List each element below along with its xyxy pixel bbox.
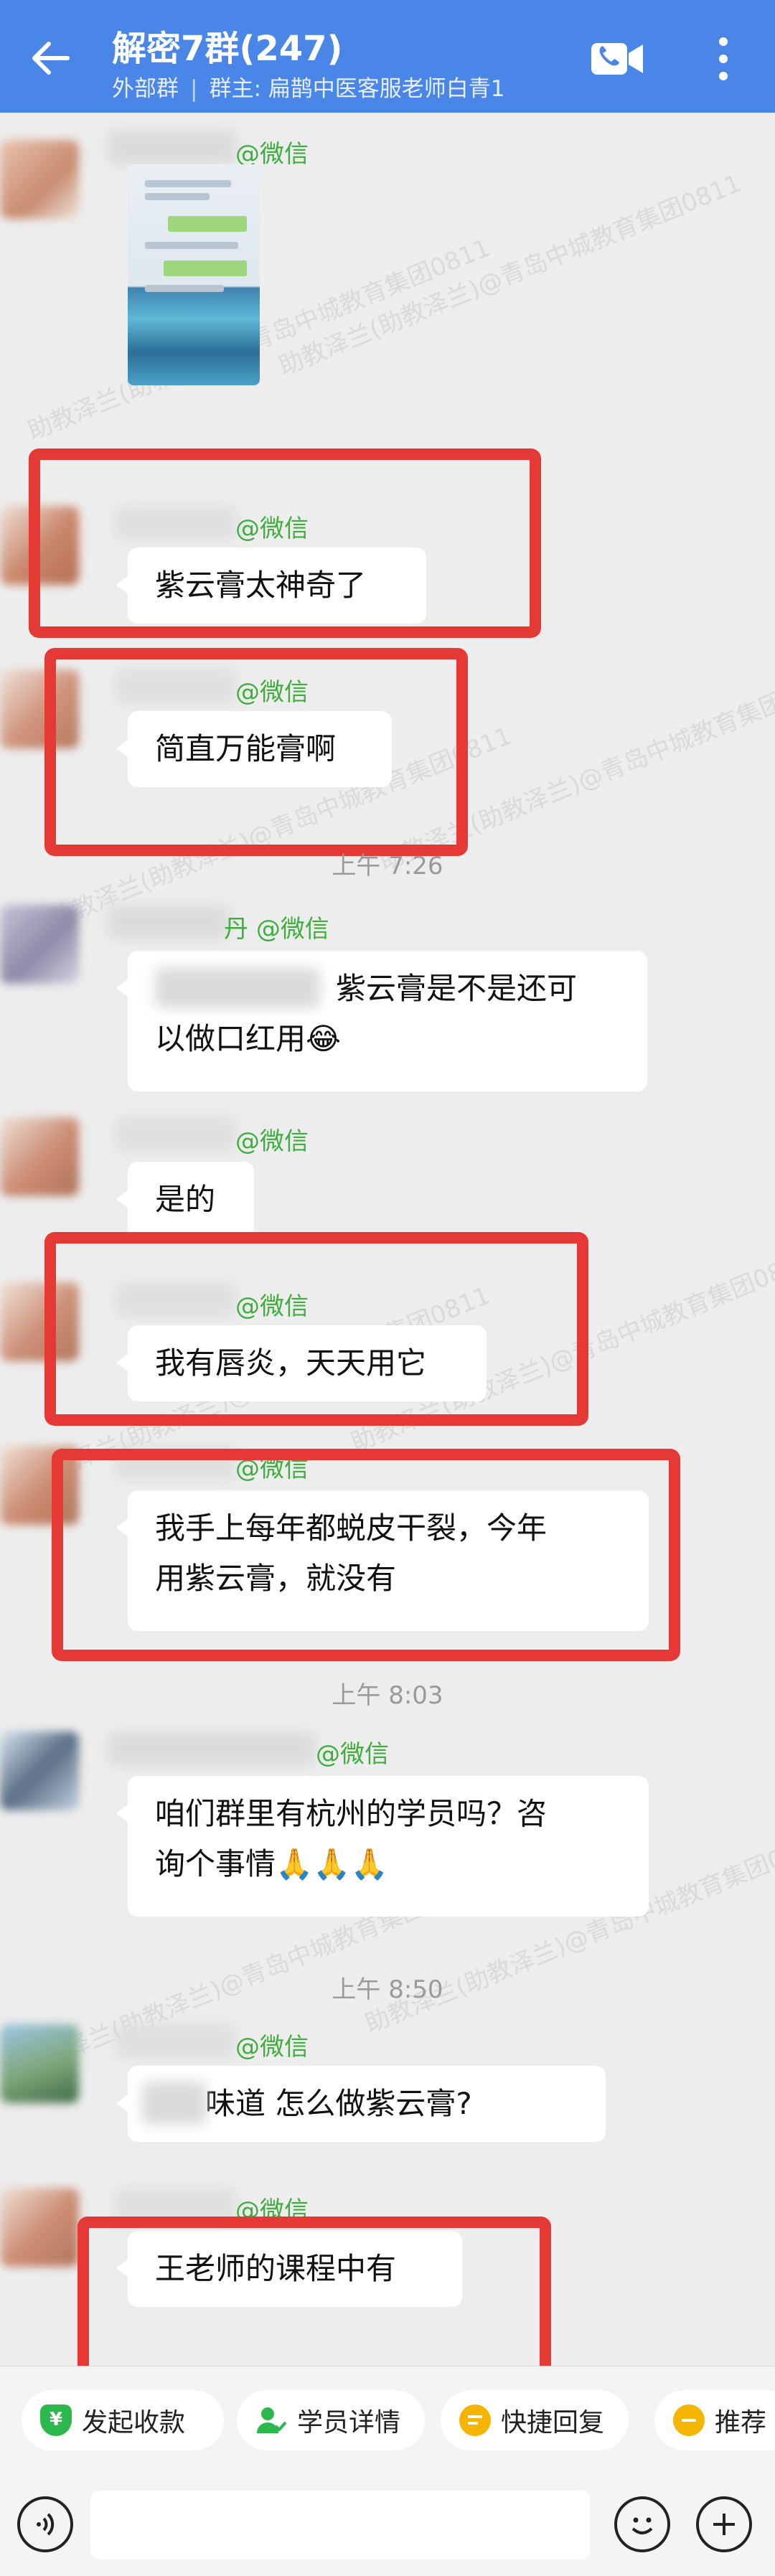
- group-title: 解密7群(247): [112, 29, 343, 69]
- quick-action-label: 快捷回复: [501, 2408, 605, 2438]
- timestamp-divider: 上午 8:50: [332, 1975, 443, 2004]
- avatar[interactable]: [0, 2188, 79, 2267]
- sender-name-blurred: [115, 2024, 237, 2059]
- shield-yen-icon: ¥: [40, 2405, 72, 2436]
- message-source-label: @微信: [235, 2033, 309, 2062]
- sender-name-blurred: [115, 1117, 237, 1152]
- highlight-box: [44, 648, 468, 856]
- message-text-input[interactable]: [90, 2491, 590, 2559]
- video-call-icon[interactable]: [590, 40, 644, 77]
- sender-name-blurred: [108, 905, 230, 939]
- voice-wave-icon: [37, 2513, 55, 2536]
- message-input-bar: [0, 2473, 775, 2576]
- message-bubble[interactable]: 味道 怎么做紫云膏?: [116, 2066, 606, 2142]
- recommend-icon: [673, 2405, 705, 2436]
- quick-action-label: 发起收款: [82, 2408, 186, 2438]
- message-text: 是的: [155, 1182, 216, 1217]
- watermark: 助教泽兰(助教泽兰)@青岛中城教育集团0811: [274, 169, 746, 382]
- quick-action-recommend[interactable]: 推荐: [654, 2390, 775, 2450]
- message-text-line: 以做口红用😂: [155, 1021, 342, 1056]
- timestamp-divider: 上午 8:03: [332, 1681, 443, 1710]
- quick-action-label: 学员详情: [297, 2408, 401, 2438]
- avatar[interactable]: [0, 905, 79, 984]
- smiley-icon: [631, 2517, 653, 2534]
- sender-name-tail: 丹: [224, 915, 248, 944]
- highlight-box: [29, 448, 541, 638]
- external-group-label: 外部群: [112, 76, 179, 102]
- user-check-icon: [255, 2405, 287, 2436]
- avatar[interactable]: [0, 140, 79, 219]
- back-arrow-icon[interactable]: [26, 33, 76, 83]
- message-bubble[interactable]: 咱们群里有杭州的学员吗？咨 询个事情🙏🙏🙏: [116, 1776, 649, 1917]
- voice-input-button[interactable]: [17, 2496, 73, 2552]
- more-actions-button[interactable]: [696, 2496, 752, 2552]
- timestamp-divider: 上午 7:26: [332, 852, 443, 880]
- plus-icon: [713, 2514, 735, 2535]
- message-bubble[interactable]: 紫云膏是不是还可 以做口红用😂: [116, 951, 647, 1091]
- sender-name-blurred: [108, 130, 237, 164]
- sender-name-blurred: [108, 1731, 316, 1766]
- emoji-button[interactable]: [614, 2496, 670, 2552]
- quick-reply-icon: [459, 2405, 491, 2436]
- group-owner-label: 群主: 扁鹊中医客服老师白青1: [209, 76, 505, 102]
- message-text-line: 咱们群里有杭州的学员吗？咨: [155, 1796, 548, 1831]
- quick-action-bar: ¥ 发起收款 学员详情 快捷回复 推荐: [0, 2366, 775, 2474]
- quick-action-collect-payment[interactable]: ¥ 发起收款: [22, 2390, 224, 2450]
- highlight-box: [44, 1232, 588, 1426]
- image-message-thumbnail[interactable]: [128, 164, 260, 385]
- message-list[interactable]: 助教泽兰(助教泽兰)@青岛中城教育集团0811 助教泽兰(助教泽兰)@青岛中城教…: [0, 113, 775, 2366]
- quick-action-label: 推荐: [715, 2408, 767, 2438]
- group-subtitle: 外部群 | 群主: 扁鹊中医客服老师白青1: [112, 70, 504, 103]
- highlight-box: [52, 1449, 680, 1661]
- blurred-text: [142, 2082, 207, 2125]
- message-source-label: @微信: [235, 1127, 309, 1156]
- source-text: @微信: [255, 915, 329, 944]
- highlight-box: [78, 2217, 551, 2366]
- message-source-label: 丹 @微信: [224, 909, 329, 944]
- quick-action-student-details[interactable]: 学员详情: [237, 2390, 425, 2450]
- message-source-label: @微信: [316, 1740, 389, 1769]
- more-options-icon[interactable]: [716, 36, 731, 82]
- chat-header: 解密7群(247) 外部群 | 群主: 扁鹊中医客服老师白青1: [0, 0, 775, 113]
- message-bubble[interactable]: 是的: [116, 1162, 254, 1238]
- avatar[interactable]: [0, 1117, 79, 1196]
- message-text-line: 询个事情🙏🙏🙏: [155, 1846, 388, 1881]
- quick-action-quick-reply[interactable]: 快捷回复: [441, 2390, 629, 2450]
- subtitle-separator: |: [190, 76, 198, 102]
- blurred-mention: [155, 968, 320, 1008]
- avatar[interactable]: [0, 2024, 79, 2103]
- avatar[interactable]: [0, 1731, 79, 1810]
